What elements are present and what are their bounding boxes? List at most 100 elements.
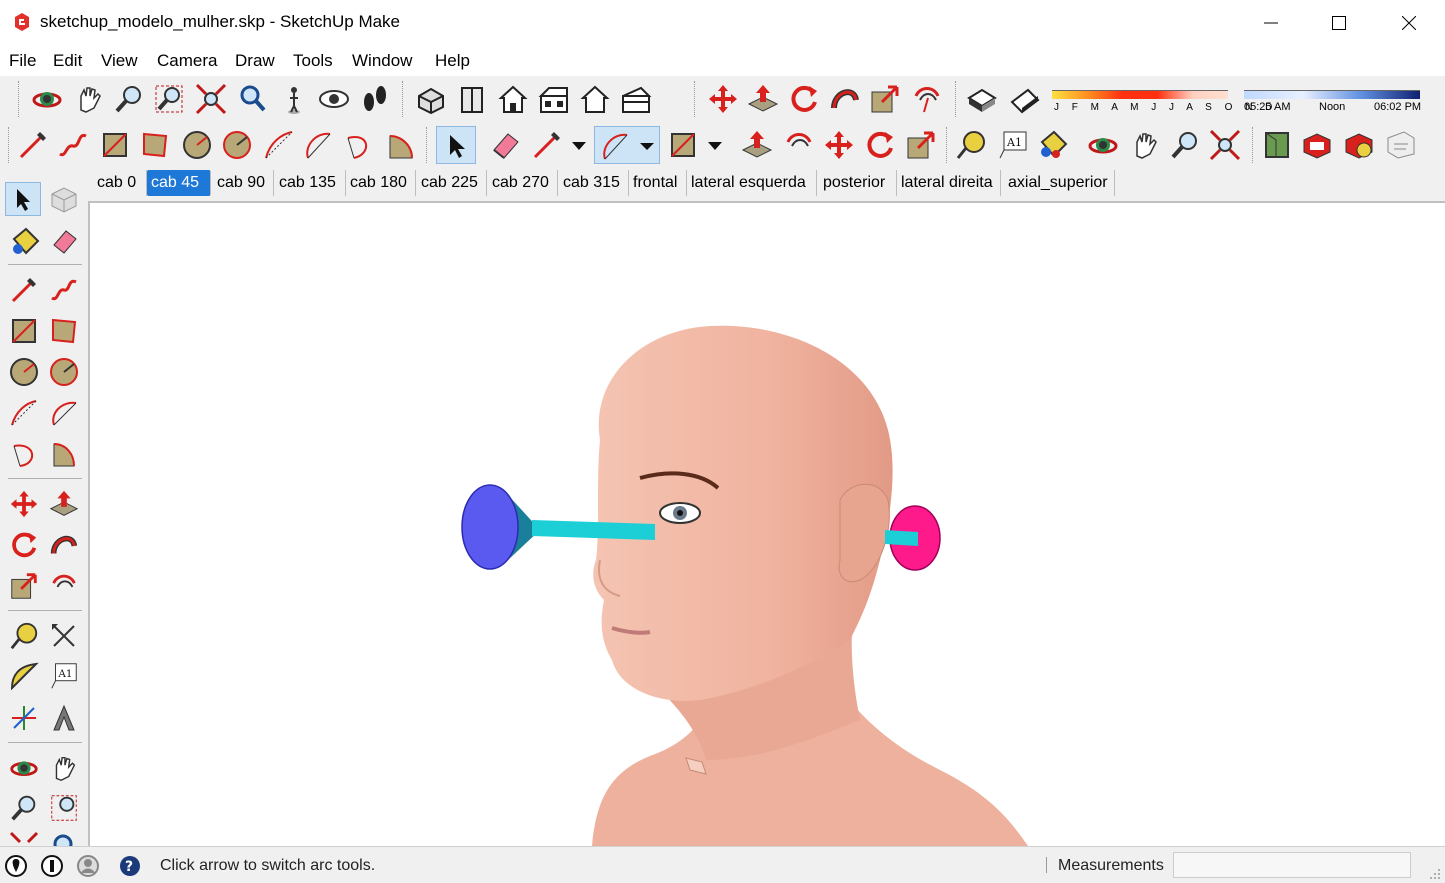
zoom-icon[interactable] <box>1168 128 1202 162</box>
scene-tab-active[interactable]: cab 45 <box>147 170 211 196</box>
toolbar-grip[interactable] <box>1252 127 1257 163</box>
tape-measure-icon[interactable] <box>8 620 40 652</box>
toolbar-grip[interactable] <box>955 81 960 117</box>
rectangle-icon[interactable] <box>8 315 40 347</box>
scale-icon[interactable] <box>868 82 902 116</box>
extension-manager-icon[interactable] <box>1342 128 1376 162</box>
shadow-time-slider[interactable] <box>1244 90 1420 99</box>
extension-warehouse-icon[interactable] <box>1300 128 1334 162</box>
axes-icon[interactable] <box>8 702 40 734</box>
offset-icon[interactable] <box>782 128 816 162</box>
orbit-icon[interactable] <box>30 82 64 116</box>
left-view-icon[interactable] <box>619 82 653 116</box>
paint-bucket-icon[interactable] <box>8 225 40 257</box>
freehand-icon[interactable] <box>56 128 90 162</box>
offset-icon[interactable] <box>910 82 944 116</box>
look-around-icon[interactable] <box>317 82 351 116</box>
rotate-icon[interactable] <box>8 529 40 561</box>
pan-icon[interactable] <box>48 752 80 784</box>
model-viewport[interactable] <box>88 201 1445 846</box>
arc-2pt-icon[interactable] <box>48 397 80 429</box>
zoom-extents-icon[interactable] <box>1208 128 1242 162</box>
menu-tools[interactable]: Tools <box>293 51 333 71</box>
orbit-icon[interactable] <box>8 752 40 784</box>
credits-icon[interactable] <box>40 854 64 878</box>
pan-icon[interactable] <box>1128 128 1162 162</box>
scene-tab[interactable]: lateral direita <box>897 170 1001 196</box>
push-pull-icon[interactable] <box>740 128 774 162</box>
walk-icon[interactable] <box>358 82 392 116</box>
fog-icon[interactable] <box>1008 82 1042 116</box>
zoom-icon[interactable] <box>8 792 40 824</box>
arc-3pt-icon[interactable] <box>342 128 376 162</box>
menu-draw[interactable]: Draw <box>235 51 275 71</box>
previous-view-icon[interactable] <box>48 830 80 846</box>
make-component-icon[interactable] <box>48 184 80 216</box>
arc-icon[interactable] <box>262 128 296 162</box>
pie-icon[interactable] <box>48 438 80 470</box>
scene-tab[interactable]: cab 225 <box>417 170 487 196</box>
tape-measure-icon[interactable] <box>954 128 988 162</box>
dimension-icon[interactable] <box>48 620 80 652</box>
line-icon[interactable] <box>16 128 50 162</box>
dropdown-icon[interactable] <box>702 132 728 158</box>
text-icon[interactable]: A1 <box>48 660 80 692</box>
protractor-icon[interactable] <box>8 660 40 692</box>
push-pull-icon[interactable] <box>746 82 780 116</box>
select-button[interactable] <box>436 126 476 164</box>
scene-tab[interactable]: axial_superior <box>1004 170 1115 196</box>
scene-tab[interactable]: cab 180 <box>346 170 416 196</box>
follow-me-icon[interactable] <box>828 82 862 116</box>
zoom-extents-icon[interactable] <box>8 830 40 846</box>
scene-tab[interactable]: cab 0 <box>93 170 147 196</box>
position-camera-icon[interactable] <box>277 82 311 116</box>
layout-icon[interactable] <box>1384 128 1418 162</box>
previous-view-icon[interactable] <box>235 82 269 116</box>
toolbar-grip[interactable] <box>18 81 23 117</box>
move-icon[interactable] <box>822 128 856 162</box>
instructor-help-icon[interactable]: ? <box>118 854 142 878</box>
polygon-icon[interactable] <box>220 128 254 162</box>
toolbar-grip[interactable] <box>946 127 951 163</box>
pie-icon[interactable] <box>384 128 418 162</box>
scene-tab[interactable]: cab 135 <box>275 170 346 196</box>
geo-location-icon[interactable] <box>4 854 28 878</box>
eraser-icon[interactable] <box>488 128 522 162</box>
iso-view-icon[interactable] <box>414 82 448 116</box>
close-button[interactable] <box>1386 0 1432 46</box>
line-icon[interactable] <box>8 274 40 306</box>
maximize-button[interactable] <box>1316 0 1362 46</box>
top-view-icon[interactable] <box>455 82 489 116</box>
minimize-button[interactable] <box>1248 0 1294 46</box>
scene-tab[interactable]: cab 270 <box>488 170 558 196</box>
menu-camera[interactable]: Camera <box>157 51 217 71</box>
orbit-icon[interactable] <box>1086 128 1120 162</box>
scene-tab[interactable]: cab 90 <box>213 170 274 196</box>
paint-bucket-icon[interactable] <box>1036 128 1070 162</box>
resize-grip-icon[interactable] <box>1428 867 1442 881</box>
toolbar-grip[interactable] <box>694 81 699 117</box>
right-view-icon[interactable] <box>537 82 571 116</box>
scale-icon[interactable] <box>904 128 938 162</box>
menu-file[interactable]: File <box>9 51 36 71</box>
freehand-icon[interactable] <box>48 274 80 306</box>
back-view-icon[interactable] <box>578 82 612 116</box>
rotate-icon[interactable] <box>863 128 897 162</box>
scene-tab[interactable]: cab 315 <box>559 170 629 196</box>
zoom-window-icon[interactable] <box>152 82 186 116</box>
shadow-date-slider[interactable] <box>1052 90 1228 99</box>
rotated-rectangle-icon[interactable] <box>138 128 172 162</box>
user-account-icon[interactable] <box>76 854 100 878</box>
measurements-input[interactable] <box>1173 852 1411 878</box>
arc-tool-button[interactable] <box>594 126 660 164</box>
zoom-icon[interactable] <box>112 82 146 116</box>
toolbar-grip[interactable] <box>402 81 407 117</box>
rotate-icon[interactable] <box>787 82 821 116</box>
3d-warehouse-icon[interactable] <box>1260 128 1294 162</box>
menu-view[interactable]: View <box>101 51 138 71</box>
menu-help[interactable]: Help <box>435 51 470 71</box>
pencil-icon[interactable] <box>530 128 564 162</box>
move-icon[interactable] <box>8 488 40 520</box>
scale-icon[interactable] <box>8 570 40 602</box>
polygon-icon[interactable] <box>48 356 80 388</box>
